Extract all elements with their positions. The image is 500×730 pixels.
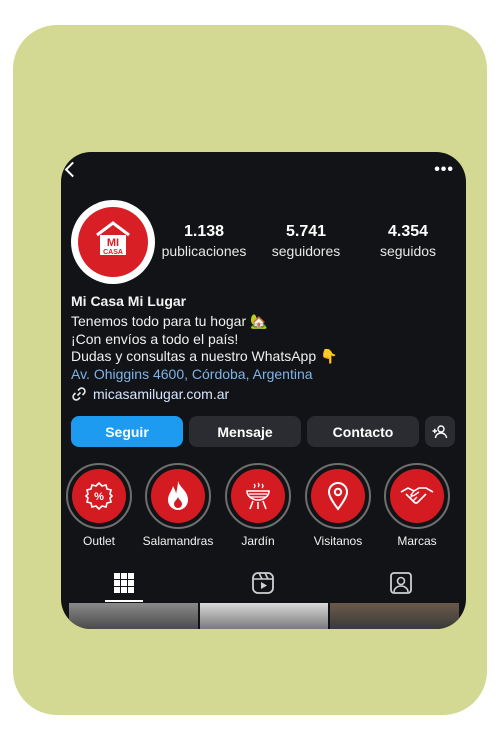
stat-posts[interactable]: 1.138 publicaciones xyxy=(149,223,259,259)
tab-posts[interactable] xyxy=(112,571,136,595)
post-grid xyxy=(69,603,460,629)
discount-badge-icon: % xyxy=(84,481,114,511)
link-icon xyxy=(72,387,86,401)
more-options-icon[interactable]: ••• xyxy=(434,161,454,179)
stat-followers[interactable]: 5.741 seguidores xyxy=(251,223,361,259)
message-button[interactable]: Mensaje xyxy=(189,416,301,447)
bio-line-2: ¡Con envíos a todo el país! xyxy=(71,331,239,347)
handshake-icon xyxy=(400,487,434,504)
profile-avatar[interactable]: MI CASA xyxy=(71,200,155,284)
profile-address[interactable]: Av. Ohiggins 4600, Córdoba, Argentina xyxy=(71,366,313,382)
highlight-visitanos[interactable]: Visitanos xyxy=(301,463,375,548)
profile-name: Mi Casa Mi Lugar xyxy=(71,293,187,309)
stat-following[interactable]: 4.354 seguidos xyxy=(353,223,463,259)
stat-posts-value: 1.138 xyxy=(183,223,225,240)
location-pin-icon xyxy=(327,482,349,511)
contact-button[interactable]: Contacto xyxy=(307,416,419,447)
stat-following-label: seguidos xyxy=(379,243,437,259)
tab-reels[interactable] xyxy=(251,571,275,595)
highlight-salamandras-label: Salamandras xyxy=(142,534,214,548)
highlight-visitanos-label: Visitanos xyxy=(313,534,363,548)
highlight-marcas-label: Marcas xyxy=(397,534,437,548)
bio-line-3: Dudas y consultas a nuestro WhatsApp 👇 xyxy=(71,348,338,364)
logo-house-icon: MI CASA xyxy=(96,221,130,256)
stat-posts-label: publicaciones xyxy=(161,243,247,259)
highlight-jardin[interactable]: Jardín xyxy=(221,463,295,548)
tagged-icon xyxy=(390,572,412,594)
outer-frame: ••• MI CASA 1.138 publicaciones 5.741 se… xyxy=(13,25,487,715)
svg-text:%: % xyxy=(94,491,104,503)
bio-line-1: Tenemos todo para tu hogar 🏡 xyxy=(71,313,268,329)
follow-button[interactable]: Seguir xyxy=(71,416,183,447)
logo-text-top: MI xyxy=(107,237,119,249)
highlight-outlet-label: Outlet xyxy=(82,534,115,548)
highlight-outlet[interactable]: % Outlet xyxy=(62,463,136,548)
website-text: micasamilugar.com.ar xyxy=(93,386,230,402)
stat-followers-value: 5.741 xyxy=(285,223,327,240)
flame-icon xyxy=(168,481,188,510)
profile-screen: ••• MI CASA 1.138 publicaciones 5.741 se… xyxy=(61,152,466,629)
grill-icon xyxy=(246,482,270,510)
grid-icon xyxy=(114,573,134,593)
suggest-people-button[interactable] xyxy=(425,416,455,447)
back-icon[interactable] xyxy=(64,161,81,178)
highlight-jardin-label: Jardín xyxy=(241,534,275,548)
add-person-icon xyxy=(432,424,448,438)
logo-text-bottom: CASA xyxy=(103,249,123,256)
post-thumbnail[interactable] xyxy=(330,603,460,629)
highlight-salamandras[interactable]: Salamandras xyxy=(141,463,215,548)
post-thumbnail[interactable] xyxy=(69,603,198,629)
profile-tabs xyxy=(61,566,466,606)
highlight-marcas[interactable]: Marcas xyxy=(380,463,454,548)
stat-following-value: 4.354 xyxy=(387,223,429,240)
reels-icon xyxy=(252,572,274,594)
website-link[interactable]: micasamilugar.com.ar xyxy=(71,386,229,402)
tab-tagged[interactable] xyxy=(389,571,413,595)
post-thumbnail[interactable] xyxy=(199,603,329,629)
stat-followers-label: seguidores xyxy=(271,243,341,259)
active-tab-indicator xyxy=(105,600,143,602)
